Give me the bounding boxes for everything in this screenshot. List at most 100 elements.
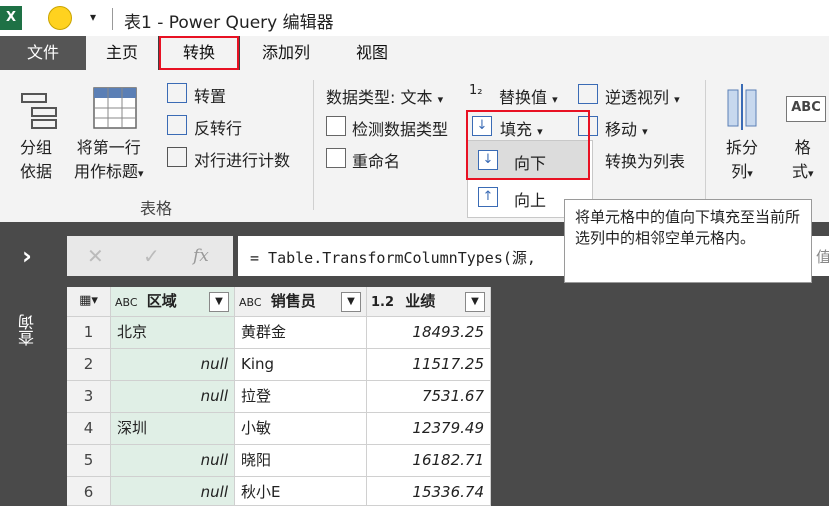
abc-icon: ABC [786,96,826,122]
select-all-table-icon[interactable]: ▦▾ [67,287,111,317]
chevron-down-icon: ▾ [552,93,558,106]
excel-icon: X [0,6,22,30]
formula-trail-text: 值 [816,248,829,266]
decimal-type-icon[interactable]: 1.2 [371,295,394,310]
row-number[interactable]: 5 [67,445,111,477]
table-cell[interactable]: 小敏 [235,413,367,445]
chevron-down-icon: ▾ [674,93,680,106]
fill-highlight-box [466,110,590,180]
filter-dropdown-icon[interactable]: ▼ [209,292,229,312]
tab-view[interactable]: 视图 [332,36,412,70]
detect-type-icon [326,116,346,136]
table-cell[interactable]: 11517.25 [367,349,491,381]
expand-queries-chevron-icon[interactable]: › [22,242,32,270]
table-cell[interactable]: 黄群金 [235,317,367,349]
filter-dropdown-icon[interactable]: ▼ [465,292,485,312]
transpose-icon [167,83,187,103]
tab-transform[interactable]: 转换 [159,36,239,70]
convert-to-list-button[interactable]: 转换为列表 [605,148,685,172]
unpivot-columns-button[interactable]: 逆透视列 ▾ [605,84,680,108]
table-cell[interactable]: 深圳 [111,413,235,445]
table-cell[interactable]: null [111,477,235,506]
table-cell[interactable]: 拉登 [235,381,367,413]
filter-dropdown-icon[interactable]: ▼ [341,292,361,312]
unpivot-icon [578,84,598,104]
split-column-button[interactable]: 拆分 列▾ [726,136,758,186]
rename-icon [326,148,346,168]
row-number[interactable]: 1 [67,317,111,349]
queries-label: 查询 [18,314,37,346]
tab-home[interactable]: 主页 [86,36,158,70]
table-header-icon [93,87,137,129]
chevron-down-icon: ▾ [747,167,753,180]
column-name: 区域 [146,292,177,310]
data-grid: ▦▾ ABC 区域 ▼ ABC 销售员 ▼ 1.2 业绩 ▼ 1 北京 黄群金 … [67,287,491,506]
count-rows-button[interactable]: 对行进行计数 [194,147,290,171]
title-separator [112,8,113,30]
table-cell[interactable]: 12379.49 [367,413,491,445]
table-cell[interactable]: 16182.71 [367,445,491,477]
chevron-down-icon: ▾ [437,93,444,106]
split-column-icon [727,84,757,130]
move-button[interactable]: 移动 ▾ [605,116,648,140]
replace-values-label: 替换值 [499,88,548,107]
window-title: 表1 - Power Query 编辑器 [124,13,334,33]
fx-icon[interactable]: fx [193,246,209,266]
tab-bar-filler [412,36,829,70]
reverse-rows-icon [167,115,187,135]
ribbon-separator-2 [705,80,706,210]
row-number[interactable]: 6 [67,477,111,506]
table-cell[interactable]: 18493.25 [367,317,491,349]
table-cell[interactable]: 北京 [111,317,235,349]
format-label-1: 格 [794,138,811,157]
data-type-dropdown[interactable]: 数据类型: 文本 ▾ [326,84,443,108]
reverse-rows-button[interactable]: 反转行 [194,115,242,139]
fill-down-tooltip: 将单元格中的值向下填充至当前所选列中的相邻空单元格内。 [564,199,812,283]
quick-access-dropdown-icon[interactable]: ▾ [90,10,96,24]
replace-values-button[interactable]: 替换值 ▾ [499,84,558,108]
tab-add-column[interactable]: 添加列 [240,36,332,70]
transpose-button[interactable]: 转置 [194,83,226,107]
group-by-label-1: 分组 [20,138,53,157]
abc-type-icon[interactable]: ABC [239,296,262,309]
column-header-region[interactable]: ABC 区域 ▼ [111,287,235,317]
split-label-1: 拆分 [726,138,759,157]
table-cell[interactable]: 7531.67 [367,381,491,413]
detect-data-type-button[interactable]: 检测数据类型 [352,116,448,140]
rename-button[interactable]: 重命名 [352,148,400,172]
first-row-label-1: 将第一行 [76,138,141,157]
r12-icon: 1₂ [469,83,483,98]
chevron-down-icon: ▾ [138,167,144,180]
row-number[interactable]: 4 [67,413,111,445]
table-cell[interactable]: null [111,381,235,413]
group-by-button[interactable]: 分组 依据 [20,136,52,184]
smiley-icon[interactable] [48,6,72,30]
table-cell[interactable]: 15336.74 [367,477,491,506]
row-number[interactable]: 3 [67,381,111,413]
formula-text: = Table.TransformColumnTypes(源, [250,249,536,267]
split-label-2: 列 [731,162,748,181]
chevron-down-icon: ▾ [642,125,648,138]
chevron-down-icon: ▾ [808,167,814,180]
column-header-salesperson[interactable]: ABC 销售员 ▼ [235,287,367,317]
column-header-value[interactable]: 1.2 业绩 ▼ [367,287,491,317]
use-first-row-header-button[interactable]: 将第一行 用作标题▾ [74,136,144,186]
fill-up-label: 向上 [514,191,547,210]
tab-file[interactable]: 文件 [0,36,86,70]
table-cell[interactable]: 秋小E [235,477,367,506]
confirm-icon[interactable]: ✓ [143,244,160,268]
column-name: 销售员 [270,292,316,310]
move-label: 移动 [605,120,638,139]
data-type-label: 数据类型: 文本 [326,88,433,107]
table-cell[interactable]: King [235,349,367,381]
row-number[interactable]: 2 [67,349,111,381]
cancel-icon[interactable]: ✕ [87,244,104,268]
table-group-label: 表格 [140,199,173,218]
table-cell[interactable]: null [111,349,235,381]
group-by-label-2: 依据 [20,162,53,181]
abc-type-icon[interactable]: ABC [115,296,138,309]
table-cell[interactable]: 晓阳 [235,445,367,477]
table-cell[interactable]: null [111,445,235,477]
formula-controls: ✕ ✓ fx [67,236,233,276]
format-button[interactable]: 格 式▾ [792,136,814,186]
